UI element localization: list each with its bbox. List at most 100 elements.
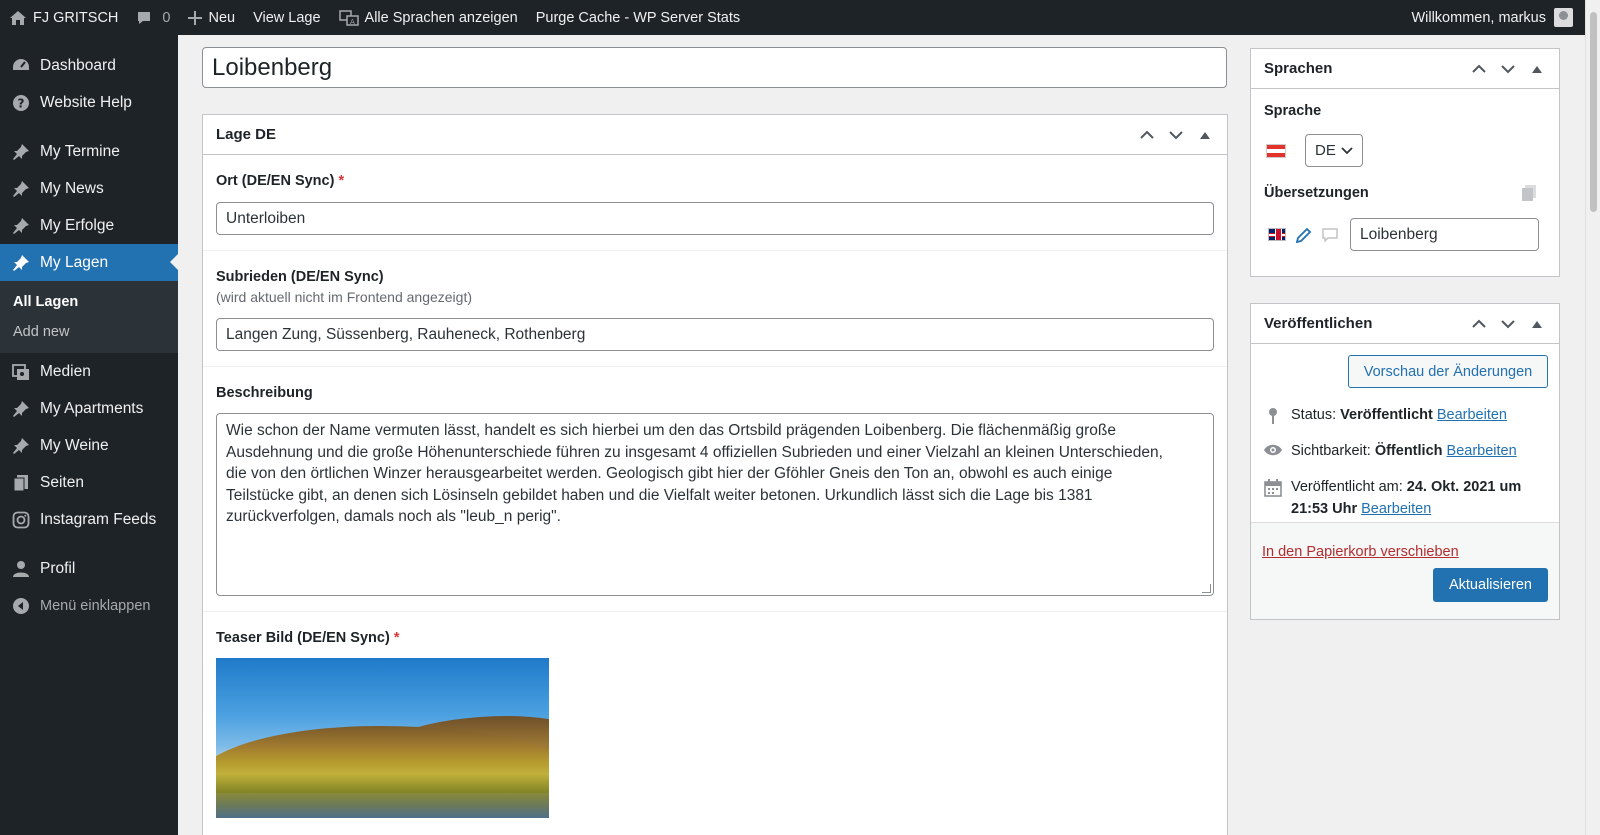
- sidebar-item-my-apartments[interactable]: My Apartments: [0, 390, 178, 427]
- uebersetzungen-label: Übersetzungen: [1264, 185, 1369, 201]
- sidebar-item-label: Dashboard: [40, 56, 116, 74]
- sprachen-metabox: Sprachen Sprache DE Übersetzungen Loiben…: [1250, 48, 1560, 277]
- status-row: Status: Veröffentlicht Bearbeiten: [1251, 404, 1559, 426]
- required-mark: *: [338, 173, 345, 189]
- pin-icon: [11, 179, 31, 199]
- instagram-icon: [11, 510, 31, 530]
- sidebar-item-label: Profil: [40, 559, 76, 577]
- pages-icon: [11, 473, 31, 493]
- sidebar-item-label: My Weine: [40, 436, 109, 454]
- update-button[interactable]: Aktualisieren: [1433, 568, 1548, 602]
- move-up-button[interactable]: [1132, 120, 1161, 149]
- sidebar-item-website-help[interactable]: ? Website Help: [0, 84, 178, 121]
- beschreibung-line: Ausdehnung und die große Höhenunterschie…: [226, 443, 1163, 461]
- beschreibung-line: Wie schon der Name vermuten lässt, hande…: [226, 422, 1117, 439]
- admin-sidebar: Dashboard ? Website Help My Termine My N…: [0, 35, 178, 835]
- purge-cache-link[interactable]: Purge Cache - WP Server Stats: [527, 0, 749, 35]
- submenu-add-new[interactable]: Add new: [0, 317, 178, 347]
- pin-icon: [11, 253, 31, 273]
- preview-changes-button[interactable]: Vorschau der Änderungen: [1348, 355, 1548, 388]
- account-menu[interactable]: Willkommen, markus: [1411, 8, 1585, 27]
- message-icon: [1322, 227, 1338, 242]
- sprache-label: Sprache: [1264, 103, 1322, 119]
- admin-bar: FJ GRITSCH 0 Neu View Lage A Alle Sprach…: [0, 0, 1585, 35]
- view-lage-link[interactable]: View Lage: [244, 0, 329, 35]
- move-to-trash-link[interactable]: In den Papierkorb verschieben: [1262, 544, 1459, 560]
- purge-cache-label: Purge Cache - WP Server Stats: [535, 9, 741, 26]
- new-label: Neu: [208, 9, 236, 26]
- help-icon: ?: [11, 93, 31, 113]
- comments-link[interactable]: 0: [127, 0, 179, 35]
- sidebar-item-label: My Termine: [40, 142, 120, 160]
- home-icon: [9, 10, 27, 26]
- welcome-text: Willkommen, markus: [1411, 9, 1546, 26]
- translate-icon: A: [338, 9, 359, 26]
- all-languages-link[interactable]: A Alle Sprachen anzeigen: [330, 0, 527, 35]
- subrieden-input[interactable]: Langen Zung, Süssenberg, Rauheneck, Roth…: [216, 318, 1214, 351]
- main-content: Loibenberg Lage DE Ort (DE/EN Sync) * Un…: [178, 35, 1585, 835]
- svg-text:A: A: [350, 18, 355, 26]
- post-title-input[interactable]: Loibenberg: [202, 47, 1227, 88]
- move-up-button[interactable]: [1464, 54, 1493, 83]
- copy-icon[interactable]: [1522, 185, 1536, 201]
- sidebar-item-my-weine[interactable]: My Weine: [0, 427, 178, 464]
- eye-icon: [1263, 440, 1283, 457]
- language-select-value: DE: [1315, 142, 1336, 159]
- toggle-panel-button[interactable]: [1522, 54, 1551, 83]
- edit-status-link[interactable]: Bearbeiten: [1437, 407, 1507, 423]
- austria-flag-icon: [1266, 143, 1286, 158]
- status-pin-icon: [1263, 404, 1283, 425]
- page-scrollbar[interactable]: [1585, 0, 1600, 835]
- ort-field: Ort (DE/EN Sync) * Unterloiben: [203, 155, 1227, 251]
- pin-icon: [11, 436, 31, 456]
- sidebar-item-label: My Erfolge: [40, 216, 115, 234]
- submenu-all-lagen[interactable]: All Lagen: [0, 287, 178, 317]
- ort-input[interactable]: Unterloiben: [216, 202, 1214, 235]
- required-mark: *: [393, 630, 400, 646]
- triangle-up-icon: [1531, 320, 1542, 328]
- lage-de-header: Lage DE: [203, 115, 1227, 155]
- pencil-icon[interactable]: [1296, 227, 1312, 243]
- sprachen-heading: Sprachen: [1264, 60, 1333, 77]
- collapse-menu-label: Menü einklappen: [40, 597, 151, 614]
- user-icon: [11, 559, 31, 579]
- chevron-up-icon: [1471, 319, 1486, 328]
- toggle-panel-button[interactable]: [1522, 309, 1551, 338]
- edit-date-link[interactable]: Bearbeiten: [1361, 501, 1431, 517]
- sidebar-item-my-erfolge[interactable]: My Erfolge: [0, 207, 178, 244]
- new-content-link[interactable]: Neu: [179, 0, 244, 35]
- sidebar-item-seiten[interactable]: Seiten: [0, 464, 178, 501]
- sidebar-item-profil[interactable]: Profil: [0, 550, 178, 587]
- sidebar-item-instagram-feeds[interactable]: Instagram Feeds: [0, 501, 178, 538]
- teaser-image[interactable]: [216, 658, 549, 818]
- sidebar-item-label: My Apartments: [40, 399, 144, 417]
- site-name-link[interactable]: FJ GRITSCH: [0, 0, 127, 35]
- all-languages-label: Alle Sprachen anzeigen: [364, 9, 518, 26]
- dashboard-icon: [11, 56, 31, 76]
- sidebar-item-medien[interactable]: Medien: [0, 353, 178, 390]
- toggle-panel-button[interactable]: [1190, 120, 1219, 149]
- beschreibung-textarea[interactable]: Wie schon der Name vermuten lässt, hande…: [216, 413, 1214, 596]
- sidebar-item-my-termine[interactable]: My Termine: [0, 133, 178, 170]
- sidebar-item-my-lagen[interactable]: My Lagen: [0, 244, 178, 281]
- beschreibung-label: Beschreibung: [216, 385, 313, 401]
- move-down-button[interactable]: [1493, 309, 1522, 338]
- collapse-menu-button[interactable]: Menü einklappen: [0, 587, 178, 624]
- triangle-up-icon: [1199, 131, 1210, 139]
- beschreibung-line: zurückverfolgen, damals noch als "leub_n…: [226, 508, 561, 525]
- beschreibung-field: Beschreibung Wie schon der Name vermuten…: [203, 367, 1227, 612]
- move-up-button[interactable]: [1464, 309, 1493, 338]
- scrollbar-thumb[interactable]: [1590, 12, 1597, 212]
- sidebar-item-my-news[interactable]: My News: [0, 170, 178, 207]
- move-down-button[interactable]: [1161, 120, 1190, 149]
- translation-title-input[interactable]: Loibenberg: [1350, 218, 1539, 251]
- move-down-button[interactable]: [1493, 54, 1522, 83]
- uk-flag-icon: [1268, 228, 1286, 241]
- pin-icon: [11, 399, 31, 419]
- language-select[interactable]: DE: [1305, 134, 1363, 167]
- sidebar-item-dashboard[interactable]: Dashboard: [0, 47, 178, 84]
- sidebar-submenu: All Lagen Add new: [0, 281, 178, 353]
- edit-visibility-link[interactable]: Bearbeiten: [1447, 443, 1517, 459]
- published-prefix: Veröffentlicht am:: [1291, 479, 1407, 495]
- beschreibung-line: die von den örtlichen Winzer herausgearb…: [226, 465, 1113, 482]
